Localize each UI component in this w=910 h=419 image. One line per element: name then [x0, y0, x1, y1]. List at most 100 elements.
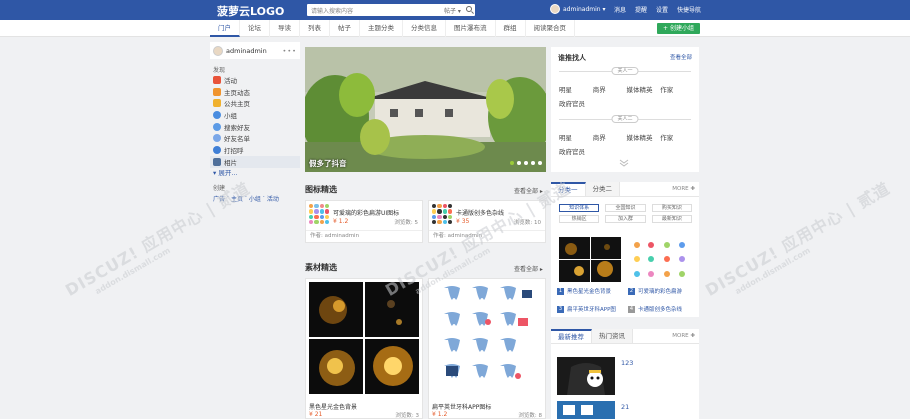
site-logo[interactable]: 菠萝云LOGO	[217, 3, 284, 19]
nav-guide[interactable]: 导读	[270, 20, 300, 37]
nav-classified[interactable]: 分类信息	[403, 20, 446, 37]
category-list-item[interactable]: 1 黑色星光金色背景	[557, 287, 611, 295]
recommend-thumbnail[interactable]	[557, 357, 615, 395]
sidebar-item-greet[interactable]: 打招呼	[210, 144, 300, 156]
materials-view-all[interactable]: 查看全部 ▸	[514, 264, 543, 273]
search-box[interactable]: 请输入搜索内容 帖子 ▾	[307, 4, 475, 16]
chip[interactable]: 全国知识	[605, 204, 646, 212]
create-link-group[interactable]: 小组	[249, 194, 261, 203]
sidebar-user[interactable]: adminadmin •••	[210, 42, 300, 59]
sidebar-item-label: 主页动态	[224, 88, 250, 97]
sidebar-username[interactable]: adminadmin	[226, 47, 267, 55]
tab-category-2[interactable]: 分类二	[585, 182, 620, 196]
thumbnail-colorful-icons[interactable]	[629, 237, 691, 282]
material-card[interactable]: 黑色星光金色背景 ¥ 21 浏览数: 3	[305, 278, 423, 419]
slider-dot[interactable]	[517, 161, 521, 165]
nav-posts[interactable]: 帖子	[330, 20, 360, 37]
finder-item[interactable]: 商界	[593, 84, 627, 94]
card-name[interactable]: 扁平英世牙科APP图标	[432, 402, 491, 411]
recommend-card: 最新推荐 热门资讯 MORE ✚ 123 21	[551, 329, 699, 419]
finder-item[interactable]: 媒体精英	[627, 84, 661, 94]
card-author[interactable]: 作者: adminadmin	[310, 231, 359, 239]
avatar[interactable]	[213, 45, 223, 56]
slider-dot[interactable]	[510, 161, 514, 165]
finder-item[interactable]: 商界	[593, 132, 627, 142]
avatar[interactable]	[550, 4, 560, 14]
item-text[interactable]: 可爱璃的彩色扁游	[638, 287, 682, 295]
link-settings[interactable]: 设置	[656, 5, 668, 14]
view-all-link[interactable]: 查看全部	[670, 53, 692, 61]
chip[interactable]: 购买知识	[651, 204, 692, 212]
icon-card[interactable]: 卡通版创多色杂线 ¥ 35 浏览数: 10 作者: adminadmin	[428, 200, 546, 243]
create-link-page[interactable]: 主页	[231, 194, 243, 203]
nav-portal[interactable]: 门户	[210, 20, 240, 37]
recommend-tabs: 最新推荐 热门资讯 MORE ✚	[551, 329, 699, 344]
more-link[interactable]: MORE ✚	[668, 182, 699, 196]
slider-dot[interactable]	[531, 161, 535, 165]
chevron-down-icon[interactable]	[619, 158, 629, 168]
chip[interactable]: 知识体系	[559, 204, 600, 212]
nav-forum[interactable]: 论坛	[240, 20, 270, 37]
category-list-item[interactable]: 3 扁平英世牙科APP图	[557, 305, 616, 313]
recommend-item-label[interactable]: 21	[621, 403, 629, 411]
sidebar-item-home-feed[interactable]: 主页动态	[210, 86, 300, 98]
finder-item[interactable]: 作家	[660, 84, 694, 94]
category-list-item[interactable]: 4 卡通版创多色杂线	[628, 305, 682, 313]
slider-dot[interactable]	[524, 161, 528, 165]
expand-link[interactable]: ▾ 展开...	[210, 168, 300, 179]
nav-topic-categories[interactable]: 主题分类	[360, 20, 403, 37]
chip[interactable]: 热销区	[559, 215, 600, 223]
sidebar-item-friend-list[interactable]: 好友名单	[210, 132, 300, 144]
sidebar-item-public-page[interactable]: 公共主页	[210, 97, 300, 109]
finder-item[interactable]: 政府官员	[559, 98, 593, 108]
link-notices[interactable]: 提醒	[635, 5, 647, 14]
finder-item[interactable]: 明星	[559, 132, 593, 142]
tab-hot-news[interactable]: 热门资讯	[592, 329, 633, 343]
search-scope-dropdown[interactable]: 帖子 ▾	[444, 6, 461, 15]
create-group-button[interactable]: + 创建小组	[657, 23, 700, 34]
sidebar-item-photos[interactable]: 相片	[210, 155, 300, 168]
card-name[interactable]: 可爱璃的彩色扁游UI图标	[333, 208, 399, 217]
nav-reading-aggregate[interactable]: 阅读聚合页	[526, 20, 575, 37]
user-menu[interactable]: adminadmin ▾	[550, 4, 606, 14]
icon-card[interactable]: 可爱璃的彩色扁游UI图标 ¥ 1.2 浏览数: 5 作者: adminadmin	[305, 200, 423, 243]
image-slider[interactable]: 假多了抖音	[305, 47, 546, 172]
chip[interactable]: 加入群	[605, 215, 646, 223]
nav-groups[interactable]: 群组	[496, 20, 526, 37]
card-name[interactable]: 黑色星光金色背景	[309, 402, 357, 411]
slider-caption[interactable]: 假多了抖音	[309, 158, 347, 169]
finder-item[interactable]: 政府官员	[559, 146, 593, 156]
finder-item[interactable]: 作家	[660, 132, 694, 142]
search-icon[interactable]	[466, 6, 472, 12]
recommend-thumbnail[interactable]	[557, 401, 615, 419]
more-link[interactable]: MORE ✚	[668, 329, 699, 343]
card-name[interactable]: 卡通版创多色杂线	[456, 208, 504, 217]
icons-view-all[interactable]: 查看全部 ▸	[514, 186, 543, 195]
item-text[interactable]: 扁平英世牙科APP图	[567, 305, 616, 313]
link-quick-nav[interactable]: 快捷导航	[677, 5, 701, 14]
category-list-item[interactable]: 2 可爱璃的彩色扁游	[628, 287, 682, 295]
thumbnail-gold-bokeh[interactable]	[559, 237, 621, 282]
more-icon[interactable]: •••	[282, 47, 297, 55]
item-text[interactable]: 卡通版创多色杂线	[638, 305, 682, 313]
chip[interactable]: 最新知识	[651, 215, 692, 223]
slider-dot[interactable]	[538, 161, 542, 165]
sidebar-item-search-friends[interactable]: 搜索好友	[210, 121, 300, 133]
sidebar-item-group[interactable]: 小组	[210, 109, 300, 121]
tab-latest[interactable]: 最新推荐	[551, 329, 592, 343]
create-link-event[interactable]: 活动	[267, 194, 279, 203]
material-card[interactable]: 扁平英世牙科APP图标 ¥ 1.2 浏览数: 8	[428, 278, 546, 419]
finder-item[interactable]: 媒体精英	[627, 132, 661, 142]
sidebar-item-activity[interactable]: 活动	[210, 74, 300, 86]
recommend-item-label[interactable]: 123	[621, 359, 633, 367]
create-link-ad[interactable]: 广告	[213, 194, 225, 203]
item-text[interactable]: 黑色星光金色背景	[567, 287, 611, 295]
search-input[interactable]: 请输入搜索内容	[311, 6, 353, 15]
tab-category-1[interactable]: 分类一	[551, 182, 586, 196]
nav-waterfall[interactable]: 图片瀑布流	[446, 20, 496, 37]
username[interactable]: adminadmin ▾	[563, 6, 606, 13]
card-author[interactable]: 作者: adminadmin	[433, 231, 482, 239]
nav-list[interactable]: 列表	[300, 20, 330, 37]
link-messages[interactable]: 消息	[614, 5, 626, 14]
finder-item[interactable]: 明星	[559, 84, 593, 94]
